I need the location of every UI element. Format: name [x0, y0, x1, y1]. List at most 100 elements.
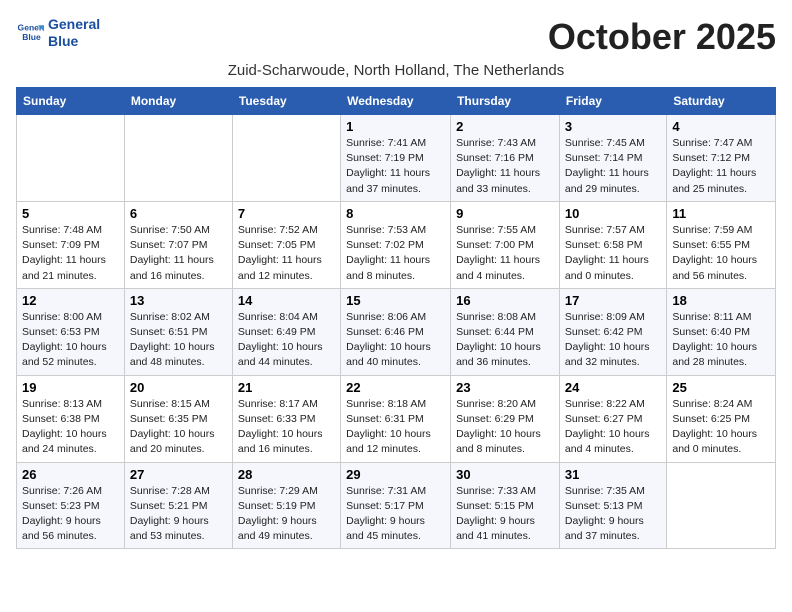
svg-text:Blue: Blue: [22, 32, 41, 42]
day-info: Sunrise: 7:33 AM Sunset: 5:15 PM Dayligh…: [456, 484, 554, 545]
calendar-week-row: 12 Sunrise: 8:00 AM Sunset: 6:53 PM Dayli…: [17, 288, 776, 375]
day-number: 28: [238, 467, 335, 482]
day-info: Sunrise: 8:18 AM Sunset: 6:31 PM Dayligh…: [346, 397, 445, 458]
day-number: 21: [238, 380, 335, 395]
day-info: Sunrise: 7:47 AM Sunset: 7:12 PM Dayligh…: [672, 136, 770, 197]
calendar-cell: 25 Sunrise: 8:24 AM Sunset: 6:25 PM Dayli…: [667, 375, 776, 462]
day-number: 6: [130, 206, 227, 221]
day-number: 24: [565, 380, 661, 395]
day-info: Sunrise: 7:35 AM Sunset: 5:13 PM Dayligh…: [565, 484, 661, 545]
day-number: 14: [238, 293, 335, 308]
day-number: 8: [346, 206, 445, 221]
header: General Blue General Blue October 2025: [16, 16, 776, 58]
day-info: Sunrise: 7:50 AM Sunset: 7:07 PM Dayligh…: [130, 223, 227, 284]
day-number: 12: [22, 293, 119, 308]
day-info: Sunrise: 8:24 AM Sunset: 6:25 PM Dayligh…: [672, 397, 770, 458]
calendar-cell: 19 Sunrise: 8:13 AM Sunset: 6:38 PM Dayli…: [17, 375, 125, 462]
day-info: Sunrise: 7:43 AM Sunset: 7:16 PM Dayligh…: [456, 136, 554, 197]
weekday-header: Friday: [559, 88, 666, 115]
calendar-cell: 9 Sunrise: 7:55 AM Sunset: 7:00 PM Daylig…: [451, 201, 560, 288]
day-number: 18: [672, 293, 770, 308]
day-number: 4: [672, 119, 770, 134]
calendar-cell: 5 Sunrise: 7:48 AM Sunset: 7:09 PM Daylig…: [17, 201, 125, 288]
day-info: Sunrise: 7:59 AM Sunset: 6:55 PM Dayligh…: [672, 223, 770, 284]
calendar-cell: 26Sunrise: 7:26 AM Sunset: 5:23 PM Dayli…: [17, 462, 125, 549]
day-number: 13: [130, 293, 227, 308]
calendar-cell: 29 Sunrise: 7:31 AM Sunset: 5:17 PM Dayli…: [341, 462, 451, 549]
day-number: 15: [346, 293, 445, 308]
day-number: 16: [456, 293, 554, 308]
calendar-cell: 14 Sunrise: 8:04 AM Sunset: 6:49 PM Dayli…: [232, 288, 340, 375]
weekday-header: Saturday: [667, 88, 776, 115]
day-number: 17: [565, 293, 661, 308]
day-info: Sunrise: 8:20 AM Sunset: 6:29 PM Dayligh…: [456, 397, 554, 458]
calendar-cell: 13 Sunrise: 8:02 AM Sunset: 6:51 PM Dayli…: [124, 288, 232, 375]
month-title: October 2025: [548, 16, 776, 58]
day-number: 31: [565, 467, 661, 482]
day-info: Sunrise: 7:31 AM Sunset: 5:17 PM Dayligh…: [346, 484, 445, 545]
calendar-cell: [124, 115, 232, 202]
day-info: Sunrise: 7:53 AM Sunset: 7:02 PM Dayligh…: [346, 223, 445, 284]
calendar-week-row: 19 Sunrise: 8:13 AM Sunset: 6:38 PM Dayli…: [17, 375, 776, 462]
logo: General Blue General Blue: [16, 16, 100, 50]
calendar-cell: [232, 115, 340, 202]
calendar-cell: 3Sunrise: 7:45 AM Sunset: 7:14 PM Daylig…: [559, 115, 666, 202]
day-number: 23: [456, 380, 554, 395]
day-number: 22: [346, 380, 445, 395]
calendar-cell: 2 Sunrise: 7:43 AM Sunset: 7:16 PM Daylig…: [451, 115, 560, 202]
calendar-cell: 16Sunrise: 8:08 AM Sunset: 6:44 PM Dayli…: [451, 288, 560, 375]
day-info: Sunrise: 8:06 AM Sunset: 6:46 PM Dayligh…: [346, 310, 445, 371]
calendar-cell: 22 Sunrise: 8:18 AM Sunset: 6:31 PM Dayli…: [341, 375, 451, 462]
day-info: Sunrise: 8:17 AM Sunset: 6:33 PM Dayligh…: [238, 397, 335, 458]
calendar-cell: 17 Sunrise: 8:09 AM Sunset: 6:42 PM Dayli…: [559, 288, 666, 375]
day-number: 5: [22, 206, 119, 221]
logo-line2: Blue: [48, 33, 100, 50]
calendar-week-row: 26Sunrise: 7:26 AM Sunset: 5:23 PM Dayli…: [17, 462, 776, 549]
day-info: Sunrise: 7:45 AM Sunset: 7:14 PM Dayligh…: [565, 136, 661, 197]
day-number: 9: [456, 206, 554, 221]
day-info: Sunrise: 8:09 AM Sunset: 6:42 PM Dayligh…: [565, 310, 661, 371]
day-number: 29: [346, 467, 445, 482]
weekday-header: Sunday: [17, 88, 125, 115]
day-info: Sunrise: 7:26 AM Sunset: 5:23 PM Dayligh…: [22, 484, 119, 545]
subtitle: Zuid-Scharwoude, North Holland, The Neth…: [16, 62, 776, 79]
day-number: 30: [456, 467, 554, 482]
calendar-cell: 27Sunrise: 7:28 AM Sunset: 5:21 PM Dayli…: [124, 462, 232, 549]
calendar-cell: 1Sunrise: 7:41 AM Sunset: 7:19 PM Daylig…: [341, 115, 451, 202]
calendar-cell: 6 Sunrise: 7:50 AM Sunset: 7:07 PM Daylig…: [124, 201, 232, 288]
calendar-cell: 4 Sunrise: 7:47 AM Sunset: 7:12 PM Daylig…: [667, 115, 776, 202]
calendar-cell: [17, 115, 125, 202]
calendar-cell: 18 Sunrise: 8:11 AM Sunset: 6:40 PM Dayli…: [667, 288, 776, 375]
day-number: 20: [130, 380, 227, 395]
weekday-header: Tuesday: [232, 88, 340, 115]
calendar-table: SundayMondayTuesdayWednesdayThursdayFrid…: [16, 87, 776, 549]
calendar-cell: [667, 462, 776, 549]
day-info: Sunrise: 8:22 AM Sunset: 6:27 PM Dayligh…: [565, 397, 661, 458]
day-info: Sunrise: 8:04 AM Sunset: 6:49 PM Dayligh…: [238, 310, 335, 371]
day-info: Sunrise: 8:00 AM Sunset: 6:53 PM Dayligh…: [22, 310, 119, 371]
weekday-header: Monday: [124, 88, 232, 115]
weekday-header: Wednesday: [341, 88, 451, 115]
calendar-cell: 10 Sunrise: 7:57 AM Sunset: 6:58 PM Dayli…: [559, 201, 666, 288]
day-number: 19: [22, 380, 119, 395]
day-info: Sunrise: 7:28 AM Sunset: 5:21 PM Dayligh…: [130, 484, 227, 545]
day-info: Sunrise: 8:02 AM Sunset: 6:51 PM Dayligh…: [130, 310, 227, 371]
day-number: 10: [565, 206, 661, 221]
calendar-cell: 15 Sunrise: 8:06 AM Sunset: 6:46 PM Dayli…: [341, 288, 451, 375]
day-info: Sunrise: 7:48 AM Sunset: 7:09 PM Dayligh…: [22, 223, 119, 284]
calendar-cell: 28Sunrise: 7:29 AM Sunset: 5:19 PM Dayli…: [232, 462, 340, 549]
calendar-cell: 21 Sunrise: 8:17 AM Sunset: 6:33 PM Dayli…: [232, 375, 340, 462]
day-info: Sunrise: 8:13 AM Sunset: 6:38 PM Dayligh…: [22, 397, 119, 458]
logo-icon: General Blue: [16, 19, 44, 47]
day-info: Sunrise: 7:57 AM Sunset: 6:58 PM Dayligh…: [565, 223, 661, 284]
calendar-cell: 11Sunrise: 7:59 AM Sunset: 6:55 PM Dayli…: [667, 201, 776, 288]
day-info: Sunrise: 8:11 AM Sunset: 6:40 PM Dayligh…: [672, 310, 770, 371]
calendar-cell: 24 Sunrise: 8:22 AM Sunset: 6:27 PM Dayli…: [559, 375, 666, 462]
day-number: 2: [456, 119, 554, 134]
calendar-week-row: 5 Sunrise: 7:48 AM Sunset: 7:09 PM Daylig…: [17, 201, 776, 288]
calendar-cell: 23 Sunrise: 8:20 AM Sunset: 6:29 PM Dayli…: [451, 375, 560, 462]
calendar-week-row: 1Sunrise: 7:41 AM Sunset: 7:19 PM Daylig…: [17, 115, 776, 202]
day-number: 25: [672, 380, 770, 395]
calendar-cell: 7Sunrise: 7:52 AM Sunset: 7:05 PM Daylig…: [232, 201, 340, 288]
day-info: Sunrise: 7:55 AM Sunset: 7:00 PM Dayligh…: [456, 223, 554, 284]
